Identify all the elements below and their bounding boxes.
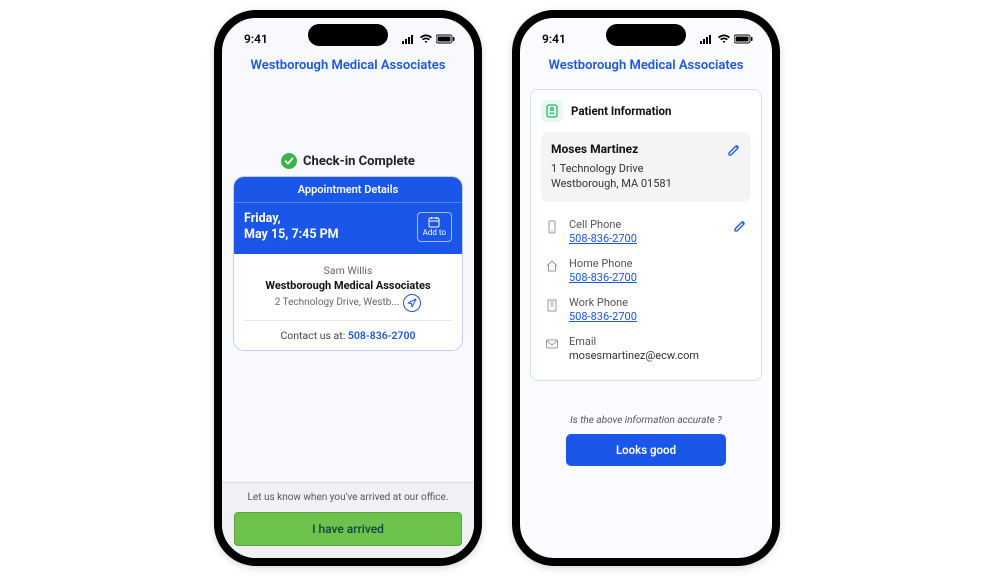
navigate-button[interactable] [403, 294, 421, 312]
battery-icon [734, 34, 754, 44]
pencil-icon [727, 143, 741, 157]
panel-title: Patient Information [571, 104, 671, 118]
pencil-icon [733, 219, 747, 233]
navigation-arrow-icon [407, 298, 417, 308]
edit-phones-button[interactable] [733, 218, 747, 237]
app-header-title: Westborough Medical Associates [222, 52, 474, 83]
appointment-datetime: Friday, May 15, 7:45 PM [244, 211, 339, 244]
app-header-title: Westborough Medical Associates [520, 52, 772, 83]
confirm-question: Is the above information accurate ? [530, 415, 762, 426]
phone-mockup-checkin: 9:41 Westborough Medical Associates Chec… [214, 10, 482, 566]
device-notch [606, 24, 686, 46]
edit-address-button[interactable] [727, 142, 741, 161]
cell-phone-value[interactable]: 508-836-2700 [569, 232, 637, 245]
contact-label: Contact us at: [280, 329, 347, 342]
field-cell-phone: Cell Phone 508-836-2700 [541, 212, 751, 251]
arrival-hint: Let us know when you've arrived at our o… [234, 483, 462, 512]
appointment-card: Appointment Details Friday, May 15, 7:45… [234, 177, 462, 350]
work-phone-label: Work Phone [569, 296, 637, 309]
address-row: 2 Technology Drive, Westb... [244, 294, 452, 312]
address-line2: Westborough, MA 01581 [551, 177, 741, 192]
facility-name: Westborough Medical Associates [244, 279, 452, 292]
status-time: 9:41 [244, 32, 268, 46]
field-email: Email mosesmartinez@ecw.com [541, 329, 751, 368]
add-to-label: Add to [423, 228, 446, 237]
appointment-date-row: Friday, May 15, 7:45 PM Add to [234, 202, 462, 254]
footer-arrival: Let us know when you've arrived at our o… [222, 482, 474, 558]
status-time: 9:41 [542, 32, 566, 46]
contact-row: Contact us at: 508-836-2700 [244, 320, 452, 342]
provider-name: Sam Willis [244, 264, 452, 277]
cellular-icon [700, 34, 714, 44]
appointment-day: Friday, [244, 211, 339, 227]
work-phone-value[interactable]: 508-836-2700 [569, 310, 637, 323]
wifi-icon [419, 34, 433, 44]
device-notch [308, 24, 388, 46]
cellular-icon [402, 34, 416, 44]
panel-title-row: Patient Information [541, 100, 751, 122]
home-icon [545, 258, 561, 277]
checkin-status-text: Check-in Complete [303, 154, 415, 169]
contact-phone-link[interactable]: 508-836-2700 [348, 329, 416, 342]
checkin-status-row: Check-in Complete [281, 153, 415, 169]
facility-address: 2 Technology Drive, Westb... [275, 297, 400, 308]
wifi-icon [717, 34, 731, 44]
status-icons [402, 34, 456, 44]
cell-phone-label: Cell Phone [569, 218, 637, 231]
cell-phone-icon [545, 219, 561, 238]
email-label: Email [569, 335, 699, 348]
status-icons [700, 34, 754, 44]
patient-info-icon [541, 100, 563, 122]
work-icon [545, 297, 561, 316]
main-content-patient: Patient Information Moses Martinez 1 Tec… [520, 83, 772, 472]
main-content-checkin: Check-in Complete Appointment Details Fr… [222, 83, 474, 350]
email-value: mosesmartinez@ecw.com [569, 349, 699, 362]
patient-address: 1 Technology Drive Westborough, MA 01581 [551, 162, 741, 192]
address-line1: 1 Technology Drive [551, 162, 741, 177]
calendar-icon [428, 216, 440, 228]
i-have-arrived-button[interactable]: I have arrived [234, 512, 462, 546]
appointment-time: May 15, 7:45 PM [244, 227, 339, 243]
email-icon [545, 336, 561, 355]
patient-name: Moses Martinez [551, 142, 741, 156]
battery-icon [436, 34, 456, 44]
appointment-body: Sam Willis Westborough Medical Associate… [234, 254, 462, 350]
patient-info-panel: Patient Information Moses Martinez 1 Tec… [530, 89, 762, 381]
phone-mockup-patient-info: 9:41 Westborough Medical Associates Pati… [512, 10, 780, 566]
appointment-details-header: Appointment Details [234, 177, 462, 202]
home-phone-value[interactable]: 508-836-2700 [569, 271, 637, 284]
looks-good-button[interactable]: Looks good [566, 434, 726, 466]
check-circle-icon [281, 153, 297, 169]
field-work-phone: Work Phone 508-836-2700 [541, 290, 751, 329]
confirm-area: Is the above information accurate ? Look… [530, 415, 762, 466]
patient-name-address-box: Moses Martinez 1 Technology Drive Westbo… [541, 132, 751, 202]
add-to-calendar-button[interactable]: Add to [417, 212, 452, 242]
home-phone-label: Home Phone [569, 257, 637, 270]
field-home-phone: Home Phone 508-836-2700 [541, 251, 751, 290]
